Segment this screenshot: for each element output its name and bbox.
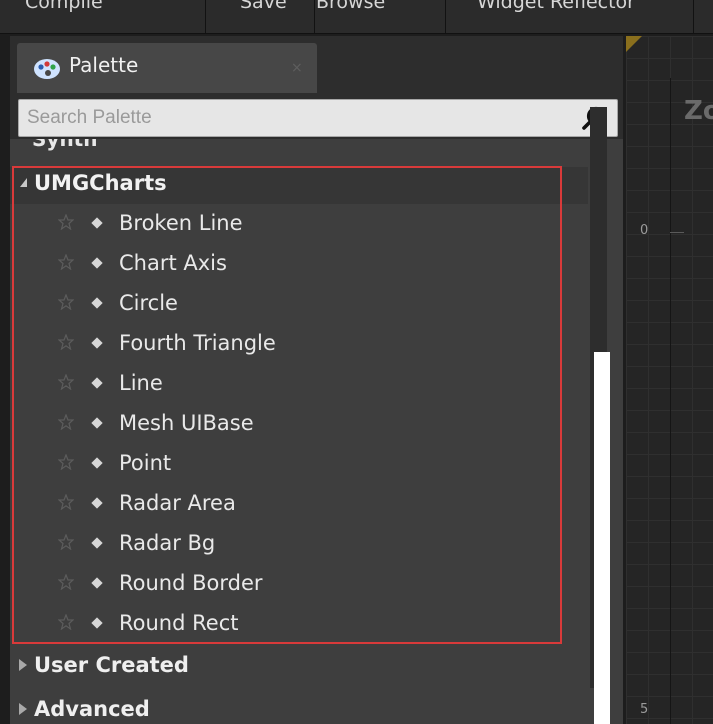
diamond-bullet-icon xyxy=(91,617,103,629)
diamond-bullet-icon xyxy=(91,537,103,549)
diamond-bullet-icon xyxy=(91,337,103,349)
palette-item[interactable]: Round Rect xyxy=(10,608,588,648)
diamond-bullet-icon xyxy=(91,297,103,309)
scrollbar-thumb[interactable] xyxy=(594,352,610,724)
ruler-label: 5 xyxy=(640,702,649,717)
favorite-star-icon[interactable] xyxy=(58,214,74,230)
toolbar-divider xyxy=(693,0,694,33)
browse-button[interactable]: Browse xyxy=(316,0,385,21)
compile-button[interactable]: Compile xyxy=(25,0,103,21)
palette-icon xyxy=(34,59,60,79)
palette-item-label: Fourth Triangle xyxy=(119,331,276,355)
zoom-label: Zo xyxy=(684,96,713,126)
diamond-bullet-icon xyxy=(91,577,103,589)
palette-item-label: Radar Area xyxy=(119,491,236,515)
favorite-star-icon[interactable] xyxy=(58,534,74,550)
collapsed-arrow-icon xyxy=(19,659,27,671)
palette-item-label: Round Border xyxy=(119,571,263,595)
palette-item-label: Mesh UIBase xyxy=(119,411,254,435)
palette-item[interactable]: Round Border xyxy=(10,568,588,608)
toolbar: Compile Save Browse Widget Reflector xyxy=(0,0,713,34)
search-box xyxy=(18,99,618,137)
palette-item-label: Line xyxy=(119,371,163,395)
toolbar-divider xyxy=(314,0,315,33)
palette-item[interactable]: Mesh UIBase xyxy=(10,408,588,448)
palette-tab[interactable]: Palette × xyxy=(17,43,317,93)
diamond-bullet-icon xyxy=(91,217,103,229)
diamond-bullet-icon xyxy=(91,497,103,509)
category-umgcharts[interactable]: UMGCharts xyxy=(10,167,588,204)
diamond-bullet-icon xyxy=(91,417,103,429)
palette-item[interactable]: Radar Area xyxy=(10,488,588,528)
palette-panel: Palette × Synth UMGCharts Broken Line Cha… xyxy=(10,36,623,724)
palette-item-label: Radar Bg xyxy=(119,531,216,555)
palette-item[interactable]: Circle xyxy=(10,288,588,328)
close-icon[interactable]: × xyxy=(291,60,303,76)
palette-item-label: Point xyxy=(119,451,172,475)
palette-item[interactable]: Line xyxy=(10,368,588,408)
diamond-bullet-icon xyxy=(91,377,103,389)
category-label: UMGCharts xyxy=(34,171,167,195)
ruler-tick xyxy=(670,232,684,233)
favorite-star-icon[interactable] xyxy=(58,374,74,390)
toolbar-divider xyxy=(445,0,446,33)
ruler-label: 0 xyxy=(640,223,649,238)
search-input[interactable] xyxy=(27,100,567,136)
expanded-arrow-icon xyxy=(20,178,27,187)
diamond-bullet-icon xyxy=(91,257,103,269)
favorite-star-icon[interactable] xyxy=(58,254,74,270)
favorite-star-icon[interactable] xyxy=(58,334,74,350)
category-label: Advanced xyxy=(34,697,150,721)
palette-item-label: Broken Line xyxy=(119,211,243,235)
palette-item[interactable]: Point xyxy=(10,448,588,488)
palette-list: Synth UMGCharts Broken Line Chart Axis Cir… xyxy=(10,139,623,724)
palette-tab-label: Palette xyxy=(69,53,139,77)
palette-item-label: Chart Axis xyxy=(119,251,227,275)
diamond-bullet-icon xyxy=(91,457,103,469)
favorite-star-icon[interactable] xyxy=(58,574,74,590)
category-synth[interactable]: Synth xyxy=(32,139,97,151)
designer-canvas[interactable]: 0 5 Zo xyxy=(626,36,713,724)
save-button[interactable]: Save xyxy=(240,0,287,21)
widget-reflector-button[interactable]: Widget Reflector xyxy=(477,0,635,21)
favorite-star-icon[interactable] xyxy=(58,414,74,430)
palette-item[interactable]: Chart Axis xyxy=(10,248,588,288)
category-user-created[interactable]: User Created xyxy=(10,650,588,690)
category-advanced[interactable]: Advanced xyxy=(10,694,588,724)
vertical-ruler xyxy=(670,78,671,724)
palette-item-label: Round Rect xyxy=(119,611,239,635)
palette-item[interactable]: Fourth Triangle xyxy=(10,328,588,368)
toolbar-divider xyxy=(205,0,206,33)
favorite-star-icon[interactable] xyxy=(58,614,74,630)
palette-item[interactable]: Radar Bg xyxy=(10,528,588,568)
favorite-star-icon[interactable] xyxy=(58,454,74,470)
palette-item-label: Circle xyxy=(119,291,178,315)
favorite-star-icon[interactable] xyxy=(58,294,74,310)
palette-item[interactable]: Broken Line xyxy=(10,208,588,248)
category-label: User Created xyxy=(34,653,189,677)
editor-window: Compile Save Browse Widget Reflector Pal… xyxy=(0,0,713,724)
collapsed-arrow-icon xyxy=(19,703,27,715)
favorite-star-icon[interactable] xyxy=(58,494,74,510)
corner-marker xyxy=(626,36,642,52)
